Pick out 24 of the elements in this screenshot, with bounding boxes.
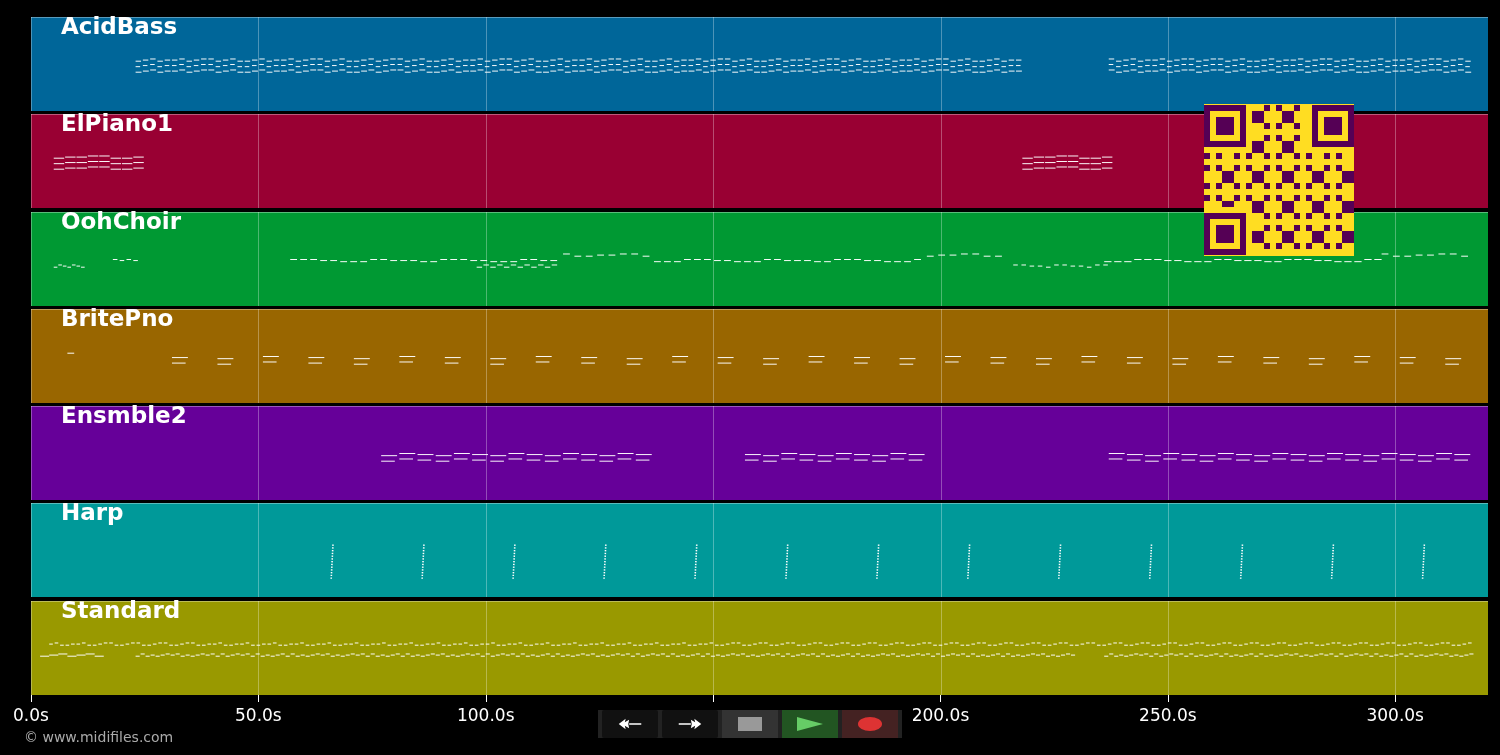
play-icon [797, 717, 823, 731]
axis-label: 250.0s [1139, 704, 1197, 725]
track-name: Standard [61, 595, 181, 624]
fast-forward-icon [677, 717, 703, 731]
copyright-text: © www.midifiles.com [24, 728, 174, 745]
stop-icon [737, 717, 763, 731]
record-button[interactable] [842, 710, 898, 738]
track-name: BritePno [61, 303, 174, 332]
track-name: Harp [61, 498, 124, 527]
axis-label: 0.0s [13, 704, 49, 725]
axis-label: 200.0s [911, 704, 970, 725]
track-name: AcidBass [61, 12, 178, 40]
fast-forward-button[interactable] [662, 710, 718, 738]
rewind-button[interactable] [602, 710, 658, 738]
stop-button[interactable] [722, 710, 778, 738]
axis-label: 50.0s [235, 704, 282, 725]
axis-label: 100.0s [456, 704, 515, 725]
track-name: ElPiano1 [61, 109, 174, 138]
rewind-icon [617, 717, 643, 731]
play-button[interactable] [782, 710, 838, 738]
track-name: OohChoir [61, 206, 181, 235]
record-icon [857, 717, 883, 731]
axis-label: 300.0s [1366, 704, 1424, 725]
track-name: Ensmble2 [61, 401, 187, 430]
